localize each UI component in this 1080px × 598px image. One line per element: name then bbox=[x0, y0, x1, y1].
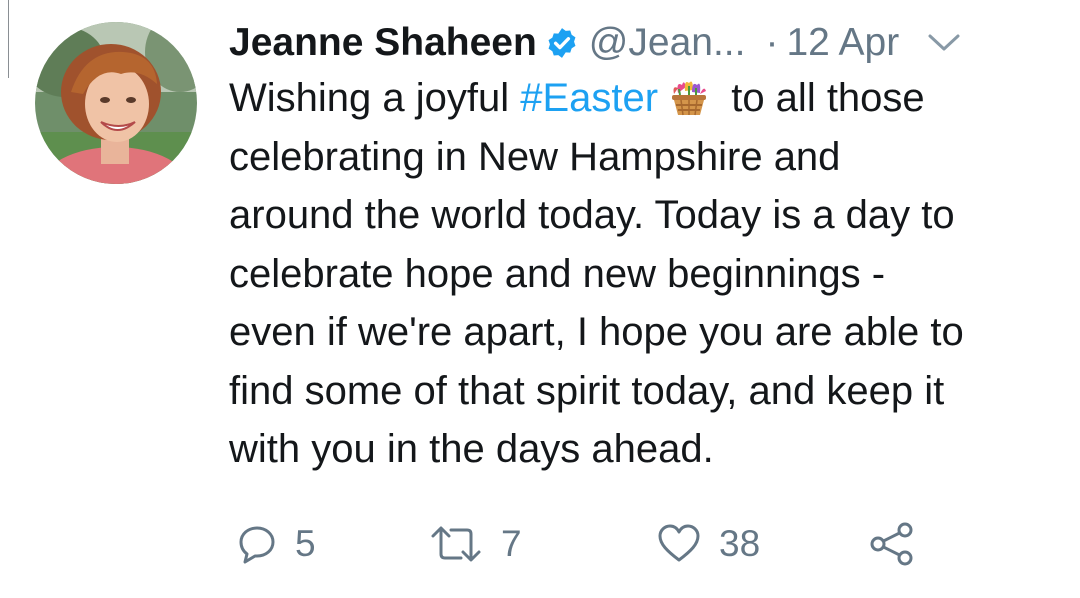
tweet-text-line: with you in the days ahead. bbox=[229, 427, 714, 471]
reply-icon bbox=[239, 526, 275, 564]
tweet-actions: 5 7 38 bbox=[229, 516, 989, 572]
retweet-icon bbox=[431, 526, 481, 562]
like-icon bbox=[658, 524, 700, 562]
tweet-text-line: celebrating in New Hampshire and bbox=[229, 134, 841, 179]
tweet-text-line: even if we're apart, I hope you are able… bbox=[229, 310, 964, 354]
author-handle[interactable]: @Jean... bbox=[589, 21, 746, 65]
tweet-text-line: around the world today. Today is a day t… bbox=[229, 193, 955, 237]
reply-count: 5 bbox=[295, 523, 316, 564]
tweet-text-line: Wishing a joyful #Easter to all those bbox=[229, 69, 1059, 128]
tweet-date[interactable]: 12 Apr bbox=[786, 21, 899, 65]
reply-button[interactable]: 5 bbox=[237, 516, 316, 572]
hashtag-link[interactable]: #Easter bbox=[520, 76, 658, 120]
tweet-content: Jeanne Shaheen @Jean... · 12 Apr Wishing… bbox=[229, 18, 1059, 479]
author-name[interactable]: Jeanne Shaheen bbox=[229, 21, 537, 65]
tweet-header: Jeanne Shaheen @Jean... · 12 Apr bbox=[229, 18, 1059, 68]
tweet-text-segment: Wishing a joyful bbox=[229, 76, 521, 120]
retweet-button[interactable]: 7 bbox=[429, 516, 522, 572]
retweet-count: 7 bbox=[501, 523, 522, 564]
chevron-down-icon[interactable] bbox=[927, 31, 961, 55]
share-icon bbox=[870, 522, 913, 566]
tweet[interactable]: Jeanne Shaheen @Jean... · 12 Apr Wishing… bbox=[0, 0, 1080, 598]
separator-dot: · bbox=[765, 21, 779, 64]
share-button[interactable] bbox=[869, 516, 915, 572]
tweet-text-segment: to all those bbox=[720, 76, 925, 120]
tweet-text-line: celebrate hope and new beginnings - bbox=[229, 251, 886, 296]
like-button[interactable]: 38 bbox=[657, 516, 760, 572]
tweet-text-line: find some of that spirit today, and keep… bbox=[229, 368, 945, 413]
like-count: 38 bbox=[719, 523, 761, 564]
avatar[interactable] bbox=[35, 22, 197, 184]
verified-badge-icon bbox=[545, 26, 579, 60]
tweet-text: Wishing a joyful #Easter to all those ce… bbox=[229, 69, 1059, 479]
basket-of-tulips-emoji bbox=[668, 75, 710, 116]
